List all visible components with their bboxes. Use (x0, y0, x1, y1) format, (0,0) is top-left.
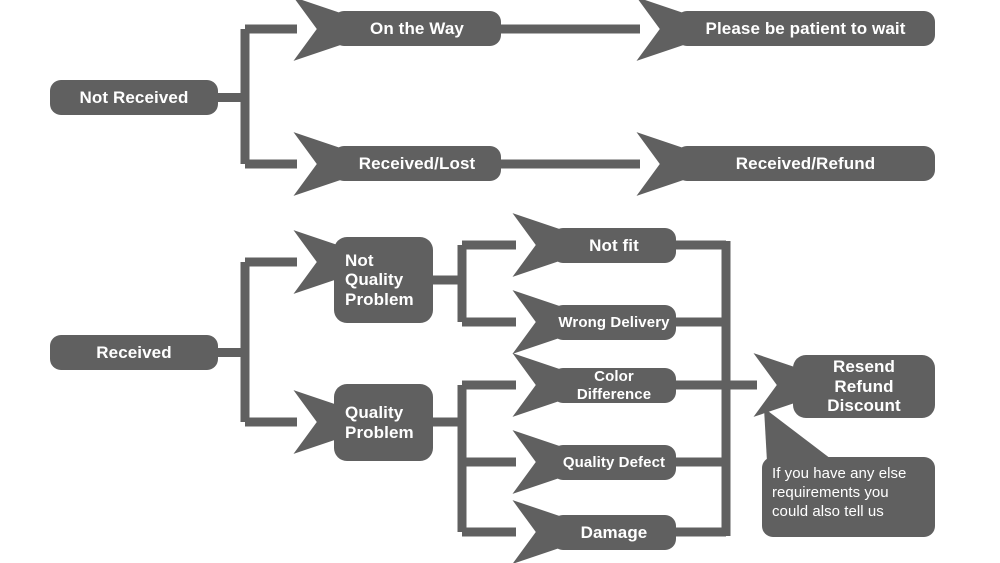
node-not-quality-problem-line3: Problem (345, 289, 414, 309)
callout-note-line1: If you have any else (772, 465, 907, 482)
node-not-quality-problem-line1: Not (345, 250, 374, 270)
connector-merge-to-resend (676, 240, 848, 537)
node-please-be-patient-to-wait[interactable]: Please be patient to wait (676, 11, 935, 46)
connector-notquality-branch (433, 213, 607, 354)
flowchart-canvas: Not Received On the Way Please be patien… (0, 0, 1000, 563)
connector-received-branch (218, 230, 388, 454)
connector-quality-branch (433, 353, 607, 563)
callout-note-line3: could also tell us (772, 503, 884, 521)
node-quality-problem-line2: Problem (345, 422, 414, 442)
node-wrong-delivery[interactable]: Wrong Delivery (552, 305, 676, 340)
node-quality-problem[interactable]: Quality Problem (334, 384, 433, 461)
node-quality-defect[interactable]: Quality Defect (552, 445, 676, 480)
node-resend-refund-discount[interactable]: Resend Refund Discount (793, 355, 935, 418)
node-received-refund[interactable]: Received/Refund (676, 146, 935, 181)
node-resend-line1: Resend (832, 357, 895, 377)
node-on-the-way[interactable]: On the Way (333, 11, 501, 46)
node-not-fit[interactable]: Not fit (552, 228, 676, 263)
node-damage[interactable]: Damage (552, 515, 676, 550)
node-received-lost[interactable]: Received/Lost (333, 146, 501, 181)
node-resend-line2: Refund (834, 376, 894, 396)
callout-note-line2: requirements you (772, 484, 889, 502)
connector-not-received-branch (218, 0, 388, 196)
callout-note[interactable]: If you have any else requirements you co… (762, 457, 935, 537)
node-quality-problem-line1: Quality (345, 403, 404, 423)
node-color-difference[interactable]: Color Difference (552, 368, 676, 403)
node-received[interactable]: Received (50, 335, 218, 370)
node-not-received[interactable]: Not Received (50, 80, 218, 115)
node-not-quality-problem[interactable]: Not Quality Problem (334, 237, 433, 323)
node-not-quality-problem-line2: Quality (345, 270, 404, 290)
node-resend-line3: Discount (827, 396, 901, 416)
